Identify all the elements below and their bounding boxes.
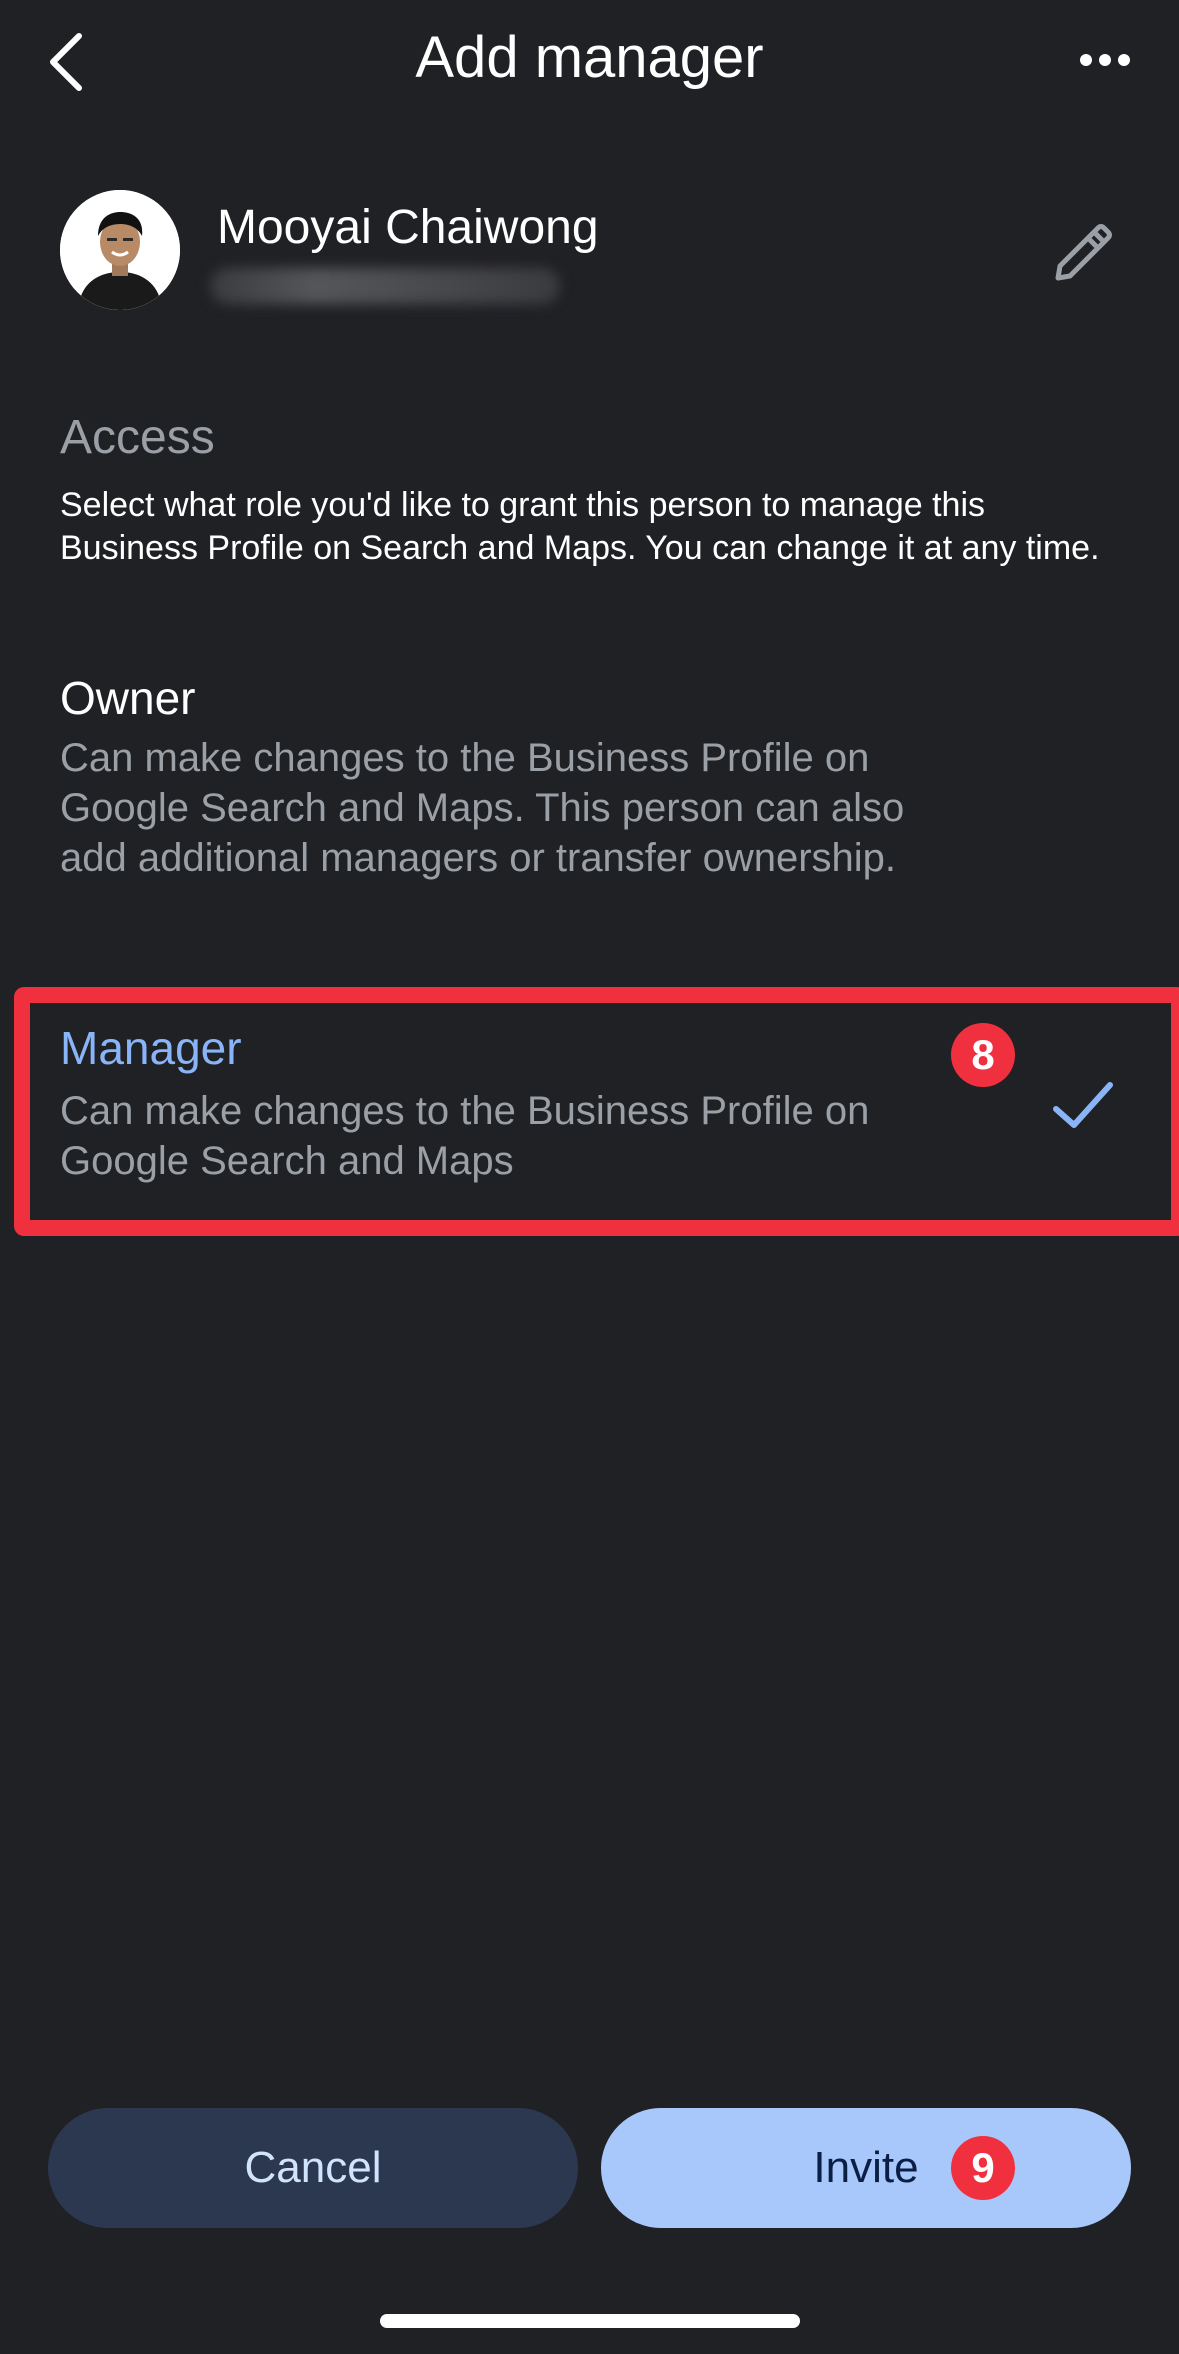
invite-button-label: Invite: [813, 2143, 919, 2192]
more-options-button[interactable]: [1070, 30, 1140, 90]
cancel-button-label: Cancel: [244, 2143, 382, 2192]
cancel-button[interactable]: Cancel: [48, 2108, 578, 2228]
home-indicator: [380, 2314, 800, 2328]
edit-button[interactable]: [1045, 215, 1121, 291]
app-header: Add manager: [0, 0, 1179, 120]
step-badge: 8: [951, 1023, 1015, 1087]
invite-button[interactable]: Invite: [601, 2108, 1131, 2228]
page-title: Add manager: [415, 25, 764, 90]
step-badge: 9: [951, 2136, 1015, 2200]
access-description: Select what role you'd like to grant thi…: [60, 486, 1100, 567]
role-owner-title[interactable]: Owner: [60, 668, 195, 728]
person-photo-icon: [60, 190, 180, 310]
profile-name: Mooyai Chaiwong: [217, 201, 599, 254]
redacted-email: [210, 268, 560, 304]
role-manager-title[interactable]: Manager: [60, 1018, 242, 1078]
pencil-icon: [1055, 224, 1112, 281]
access-heading: Access: [60, 411, 215, 464]
role-owner-description[interactable]: Can make changes to the Business Profile…: [60, 733, 960, 883]
checkmark-icon: [1050, 1075, 1116, 1135]
role-manager-description[interactable]: Can make changes to the Business Profile…: [60, 1086, 960, 1186]
more-horizontal-icon: [1080, 54, 1130, 66]
avatar: [60, 190, 180, 310]
